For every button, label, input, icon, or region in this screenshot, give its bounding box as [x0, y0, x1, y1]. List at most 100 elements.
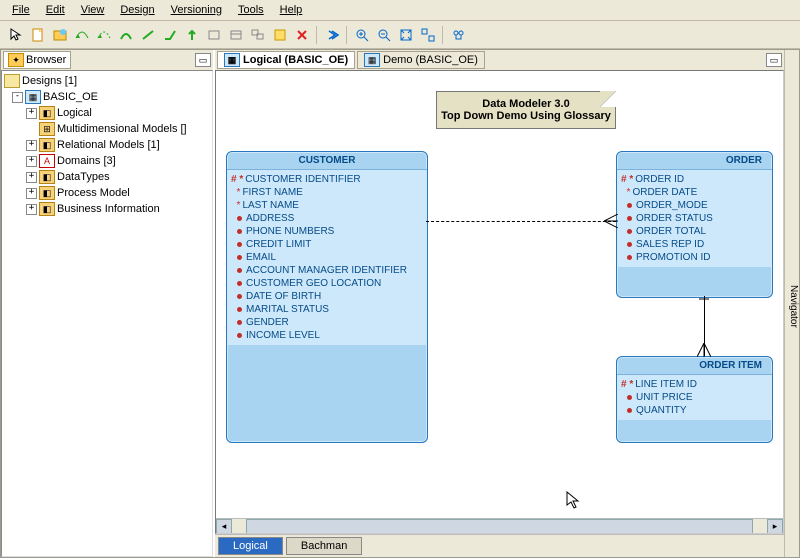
expand-icon[interactable]: +	[26, 188, 37, 199]
tab-demo[interactable]: ▦ Demo (BASIC_OE)	[357, 51, 485, 69]
layout-icon[interactable]	[418, 25, 437, 44]
scroll-left-icon[interactable]: ◂	[216, 519, 232, 534]
browser-panel: ✦ Browser ▭ Designs [1] - ▦ BASIC_OE + ◧	[1, 50, 215, 557]
attr-name: QUANTITY	[636, 404, 687, 417]
menu-tools[interactable]: Tools	[230, 2, 272, 18]
attribute-row: ADDRESS	[231, 212, 423, 225]
attr-marker	[237, 242, 242, 247]
minimize-button[interactable]: ▭	[195, 53, 211, 67]
attr-marker	[627, 229, 632, 234]
select-cursor-icon[interactable]	[6, 25, 25, 44]
bottom-tab-logical[interactable]: Logical	[218, 537, 283, 555]
collapse-icon[interactable]: -	[12, 92, 23, 103]
arrow-bent-icon[interactable]	[160, 25, 179, 44]
attribute-row: EMAIL	[231, 251, 423, 264]
maximize-button[interactable]: ▭	[766, 53, 782, 67]
attr-marker	[237, 294, 242, 299]
fit-screen-icon[interactable]	[396, 25, 415, 44]
attribute-row: CREDIT LIMIT	[231, 238, 423, 251]
diagram-note[interactable]: Data Modeler 3.0 Top Down Demo Using Glo…	[436, 91, 616, 129]
attr-marker: *	[231, 199, 240, 212]
entity-order-item[interactable]: ORDER ITEM # *LINE ITEM IDUNIT PRICEQUAN…	[616, 356, 773, 443]
attr-name: ADDRESS	[246, 212, 294, 225]
entity-title: ORDER	[617, 152, 772, 169]
box-icon-1[interactable]	[204, 25, 223, 44]
menu-file[interactable]: File	[4, 2, 38, 18]
bottom-tabstrip: Logical Bachman	[215, 534, 784, 557]
entity-attrs: # *ORDER ID *ORDER DATEORDER_MODEORDER S…	[617, 169, 772, 267]
tree-mdm[interactable]: Multidimensional Models []	[57, 123, 187, 135]
entity-title: ORDER ITEM	[617, 357, 772, 374]
box-icon-2[interactable]	[226, 25, 245, 44]
box-icon-3[interactable]	[248, 25, 267, 44]
attr-marker	[237, 216, 242, 221]
menu-versioning[interactable]: Versioning	[163, 2, 230, 18]
cube-icon: ◧	[39, 202, 55, 216]
tree-bi[interactable]: Business Information	[57, 203, 160, 215]
attr-marker	[237, 307, 242, 312]
menu-edit[interactable]: Edit	[38, 2, 73, 18]
expand-icon[interactable]: +	[26, 108, 37, 119]
attr-marker: # *	[621, 173, 633, 186]
arrow-green-icon[interactable]	[72, 25, 91, 44]
attr-name: EMAIL	[246, 251, 276, 264]
attr-name: ORDER DATE	[632, 186, 697, 199]
new-doc-icon[interactable]	[28, 25, 47, 44]
diagram-icon: ▦	[224, 53, 240, 67]
engineer-icon[interactable]	[322, 25, 341, 44]
attr-name: ORDER STATUS	[636, 212, 713, 225]
arrow-up-icon[interactable]	[182, 25, 201, 44]
tree-logical[interactable]: Logical	[57, 107, 92, 119]
note-icon[interactable]	[270, 25, 289, 44]
scroll-thumb[interactable]	[246, 519, 753, 534]
arrow-green-dash-icon[interactable]	[94, 25, 113, 44]
attr-marker	[237, 333, 242, 338]
attr-name: CUSTOMER IDENTIFIER	[245, 173, 360, 186]
delete-icon[interactable]	[292, 25, 311, 44]
menu-view[interactable]: View	[73, 2, 113, 18]
browser-tree: Designs [1] - ▦ BASIC_OE + ◧ Logical ⊞ M…	[1, 70, 213, 557]
relationship-line[interactable]	[426, 221, 616, 222]
menu-help[interactable]: Help	[272, 2, 311, 18]
arrow-line-icon[interactable]	[138, 25, 157, 44]
note-line1: Data Modeler 3.0	[441, 98, 611, 110]
attr-name: SALES REP ID	[636, 238, 704, 251]
tree-process[interactable]: Process Model	[57, 187, 130, 199]
entity-customer[interactable]: CUSTOMER # *CUSTOMER IDENTIFIER *FIRST N…	[226, 151, 428, 443]
tab-logical[interactable]: ▦ Logical (BASIC_OE)	[217, 51, 355, 69]
expand-icon[interactable]: +	[26, 140, 37, 151]
attr-name: UNIT PRICE	[636, 391, 693, 404]
horizontal-scrollbar[interactable]: ◂ ▸	[216, 518, 783, 533]
expand-icon[interactable]: +	[26, 156, 37, 167]
scroll-right-icon[interactable]: ▸	[767, 519, 783, 534]
menu-design[interactable]: Design	[112, 2, 162, 18]
tree-design[interactable]: BASIC_OE	[43, 91, 98, 103]
attr-marker: # *	[231, 173, 243, 186]
tree-domains[interactable]: Domains [3]	[57, 155, 116, 167]
expand-icon[interactable]: +	[26, 172, 37, 183]
entity-wizard-icon[interactable]	[50, 25, 69, 44]
attr-name: INCOME LEVEL	[246, 329, 320, 342]
expand-icon[interactable]: +	[26, 204, 37, 215]
attr-name: LAST NAME	[242, 199, 299, 212]
browser-tab[interactable]: ✦ Browser	[3, 51, 71, 69]
navigator-tab[interactable]: Navigator	[784, 50, 799, 557]
zoom-out-icon[interactable]	[374, 25, 393, 44]
toolbar	[0, 21, 800, 49]
arrow-arc-icon[interactable]	[116, 25, 135, 44]
attribute-row: ORDER STATUS	[621, 212, 768, 225]
browser-title: Browser	[26, 54, 66, 66]
cube-icon: ◧	[39, 106, 55, 120]
attribute-row: MARITAL STATUS	[231, 303, 423, 316]
tree-rel[interactable]: Relational Models [1]	[57, 139, 160, 151]
diagram-canvas[interactable]: Data Modeler 3.0 Top Down Demo Using Glo…	[215, 70, 784, 534]
attr-marker: *	[231, 186, 240, 199]
tree-root[interactable]: Designs [1]	[22, 75, 77, 87]
zoom-in-icon[interactable]	[352, 25, 371, 44]
attribute-row: UNIT PRICE	[621, 391, 768, 404]
bottom-tab-bachman[interactable]: Bachman	[286, 537, 362, 555]
search-icon[interactable]	[448, 25, 467, 44]
entity-order[interactable]: ORDER # *ORDER ID *ORDER DATEORDER_MODEO…	[616, 151, 773, 298]
attribute-row: # *LINE ITEM ID	[621, 378, 768, 391]
tree-datatypes[interactable]: DataTypes	[57, 171, 110, 183]
